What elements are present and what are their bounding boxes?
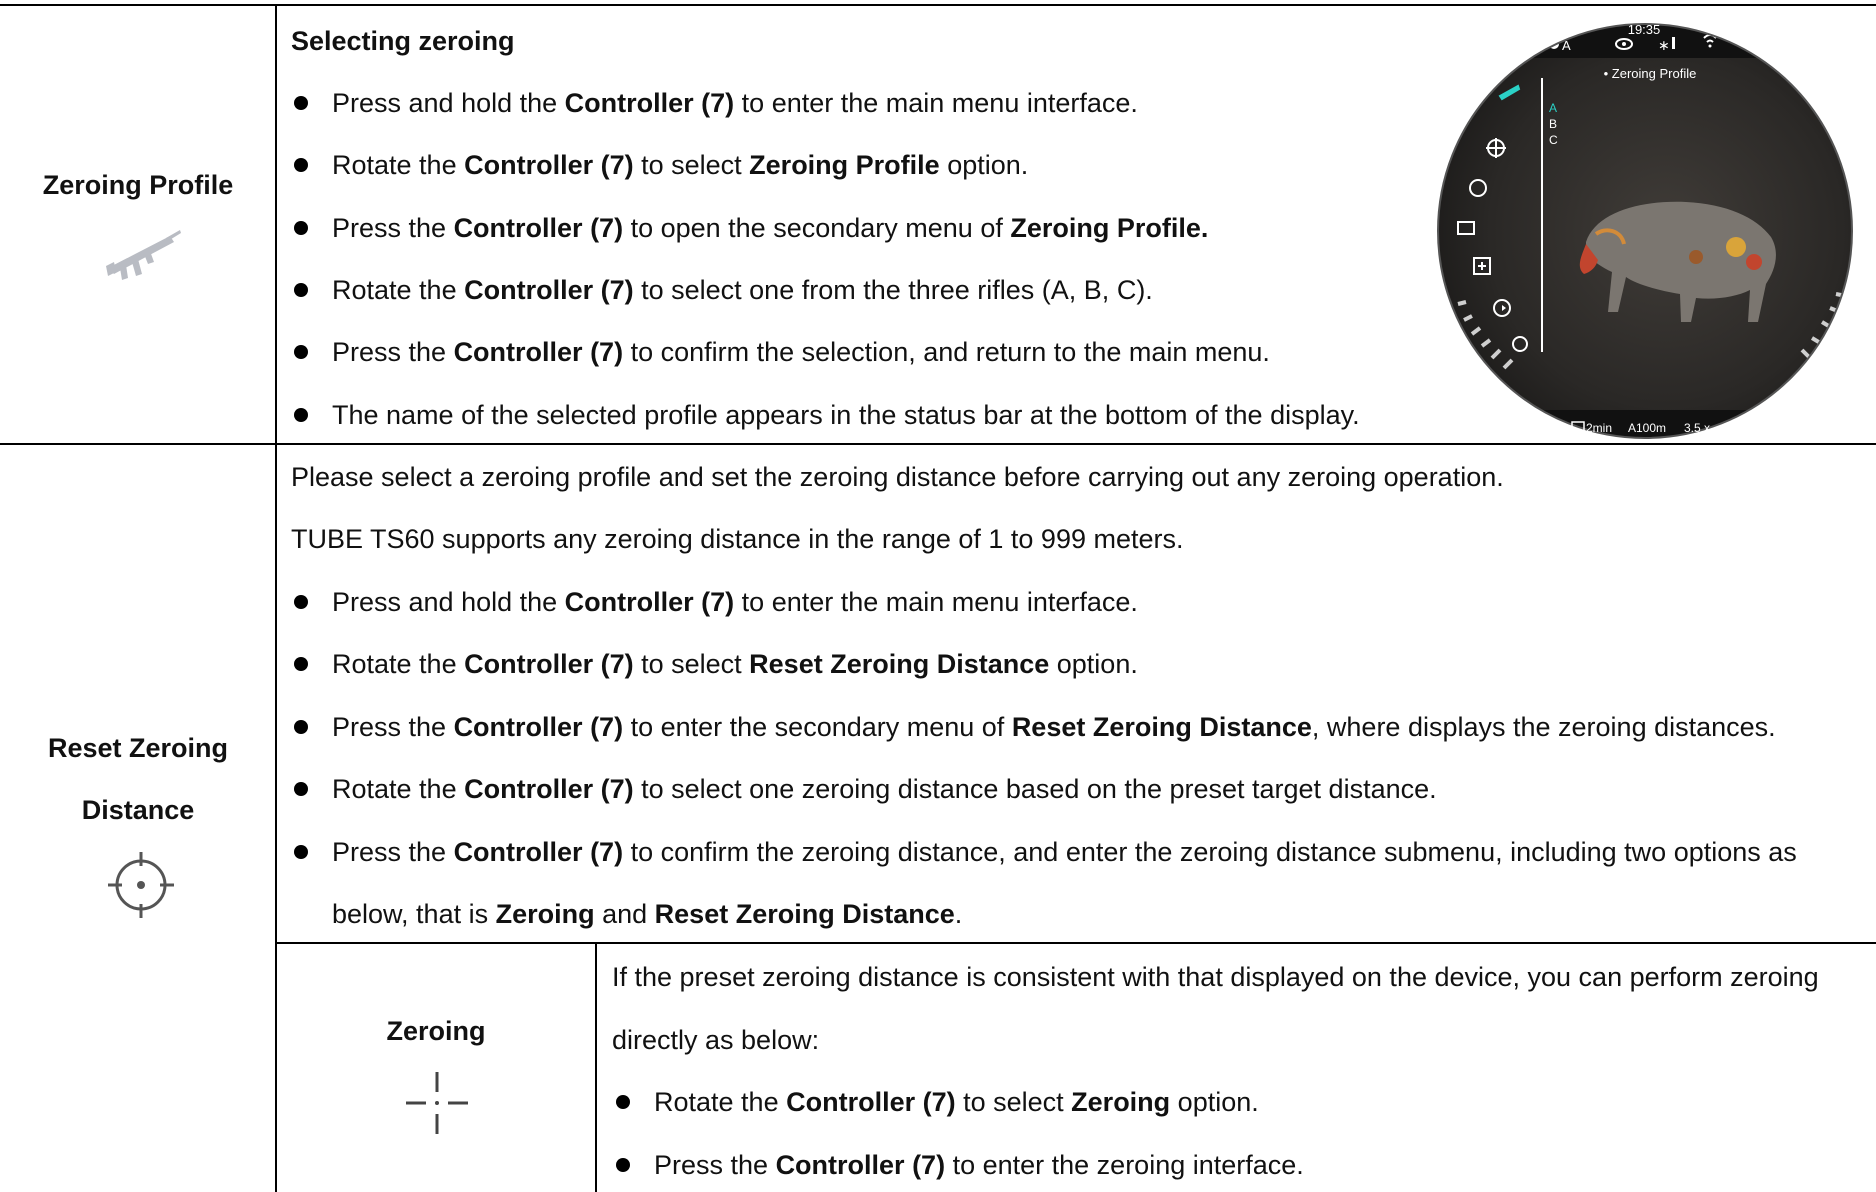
- list-item: Press the Controller (7) to enter the se…: [332, 712, 1776, 742]
- reset-zeroing-distance-label-line2: Distance: [81, 795, 195, 825]
- screen-time: 19:35: [1628, 22, 1661, 37]
- bullet-dot: [294, 657, 308, 671]
- screen-status-profile: A100m: [1628, 421, 1666, 435]
- list-item: Press and hold the Controller (7) to ent…: [332, 88, 1138, 118]
- list-item: Press the Controller (7) to enter the ze…: [654, 1150, 1304, 1180]
- bullet-dot: [294, 595, 308, 609]
- zeroing-label: Zeroing: [386, 1016, 486, 1046]
- screen-menu-title: • Zeroing Profile: [1604, 66, 1697, 81]
- zeroing-paragraph-line1: If the preset zeroing distance is consis…: [612, 962, 1819, 992]
- paragraph-zeroing-note: Please select a zeroing profile and set …: [291, 462, 1504, 492]
- bullet-dot: [294, 221, 308, 235]
- bullet-dot: [294, 283, 308, 297]
- section-heading: Selecting zeroing: [291, 26, 515, 56]
- bullet-continuation: below, that is Zeroing and Reset Zeroing…: [332, 899, 963, 929]
- bullet-dot: [294, 96, 308, 110]
- bullet-dot: [294, 782, 308, 796]
- subtable-column-divider: [595, 942, 597, 1192]
- zeroing-profile-label: Zeroing Profile: [42, 170, 234, 200]
- list-item: The name of the selected profile appears…: [332, 400, 1360, 430]
- list-item: Rotate the Controller (7) to select Zero…: [332, 150, 1029, 180]
- screen-profile-a: A: [1549, 101, 1557, 115]
- bullet-dot: [294, 845, 308, 859]
- list-item: Rotate the Controller (7) to select one …: [332, 275, 1153, 305]
- screen-status-timer: 2min: [1586, 421, 1612, 435]
- bullet-dot: [294, 408, 308, 422]
- crosshair-icon: [106, 850, 176, 927]
- list-item: Rotate the Controller (7) to select Zero…: [654, 1087, 1259, 1117]
- bullet-dot: [616, 1158, 630, 1172]
- bullet-dot: [294, 345, 308, 359]
- row-divider-2: [276, 942, 1876, 944]
- list-item: Rotate the Controller (7) to select one …: [332, 774, 1437, 804]
- reset-zeroing-distance-label-line1: Reset Zeroing: [47, 733, 229, 763]
- zeroing-reticle-icon: [402, 1068, 472, 1145]
- screen-status-zoom: 3.5 x: [1684, 421, 1710, 435]
- list-item: Press the Controller (7) to open the sec…: [332, 213, 1209, 243]
- rifle-icon: [104, 222, 182, 291]
- paragraph-distance-range: TUBE TS60 supports any zeroing distance …: [291, 524, 1184, 554]
- device-screen-image: ∗ 19:35 A • Zeroing Profile A B C 2min A…: [1436, 22, 1854, 440]
- screen-mode: A: [1562, 38, 1571, 53]
- bullet-dot: [294, 158, 308, 172]
- screen-profile-b: B: [1549, 117, 1557, 131]
- svg-text:∗: ∗: [1658, 37, 1670, 53]
- zeroing-paragraph-line2: directly as below:: [612, 1025, 820, 1055]
- screen-profile-c: C: [1549, 133, 1558, 147]
- list-item: Press and hold the Controller (7) to ent…: [332, 587, 1138, 617]
- bullet-dot: [616, 1095, 630, 1109]
- table-top-border: [0, 4, 1876, 6]
- bullet-dot: [294, 720, 308, 734]
- row-divider-1: [0, 443, 1876, 445]
- list-item: Press the Controller (7) to confirm the …: [332, 337, 1270, 367]
- list-item: Rotate the Controller (7) to select Rese…: [332, 649, 1138, 679]
- list-item: Press the Controller (7) to confirm the …: [332, 837, 1797, 867]
